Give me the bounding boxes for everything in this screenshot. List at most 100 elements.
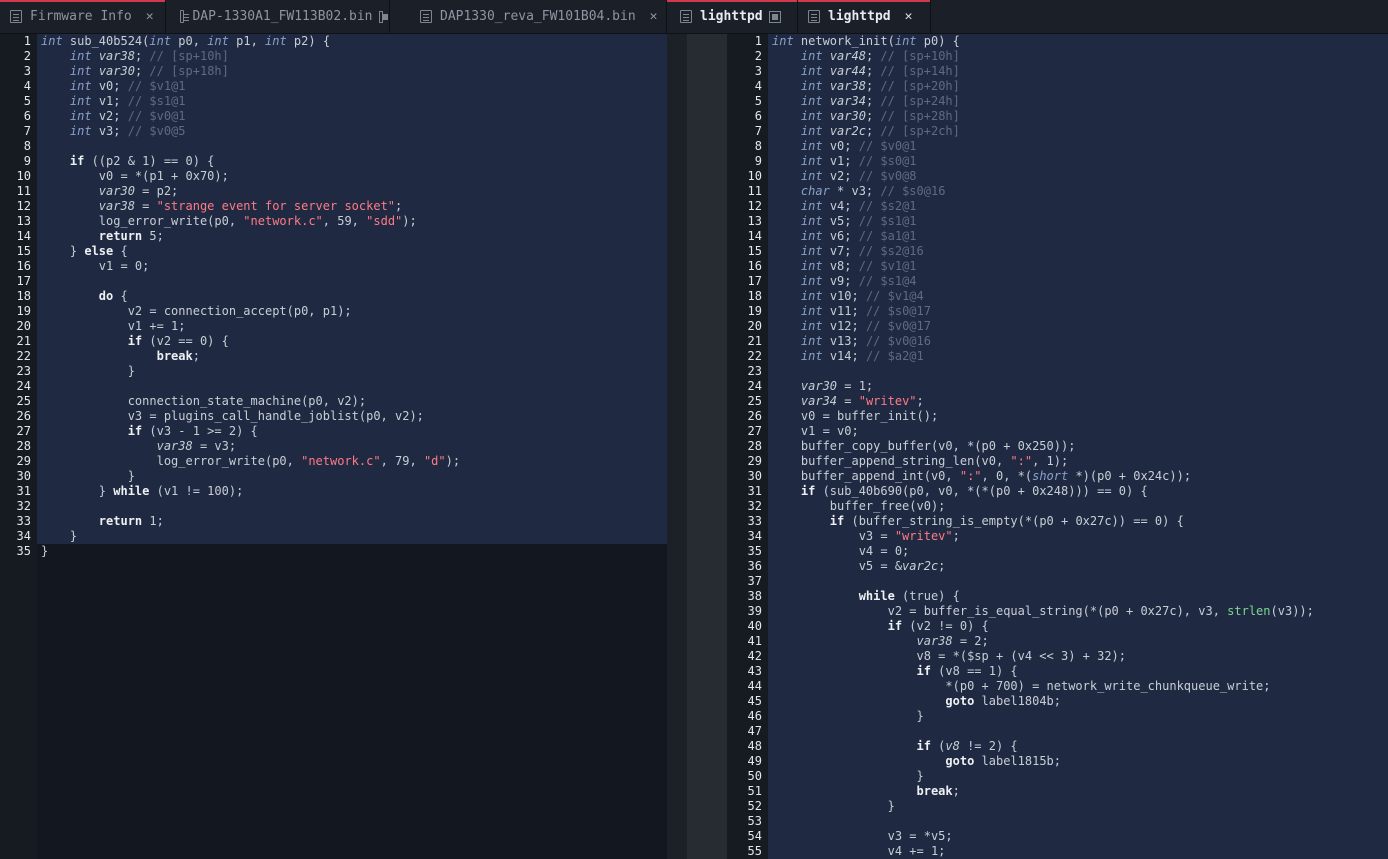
code-line[interactable]: 22 int v14; // $a2@1: [727, 349, 1388, 364]
code-line[interactable]: 41 var38 = 2;: [727, 634, 1388, 649]
code-line[interactable]: 37: [727, 574, 1388, 589]
code-line[interactable]: 54 v3 = *v5;: [727, 829, 1388, 844]
close-icon[interactable]: ✕: [146, 9, 154, 24]
code-line[interactable]: 1 int network_init(int p0) {: [727, 34, 1388, 49]
code-line[interactable]: 46 }: [727, 709, 1388, 724]
code-line[interactable]: 14 int v6; // $a1@1: [727, 229, 1388, 244]
code-line[interactable]: 3 int var30; // [sp+18h]: [0, 64, 667, 79]
code-line[interactable]: 34 }: [0, 529, 667, 544]
code-line[interactable]: 25 connection_state_machine(p0, v2);: [0, 394, 667, 409]
code-line[interactable]: 42 v8 = *($sp + (v4 << 3) + 32);: [727, 649, 1388, 664]
code-line[interactable]: 34 v3 = "writev";: [727, 529, 1388, 544]
tab-dap1330a1-bin[interactable]: DAP-1330A1_FW113B02.bin: [170, 0, 390, 33]
code-line[interactable]: 17: [0, 274, 667, 289]
code-line[interactable]: 28 buffer_copy_buffer(v0, *(p0 + 0x250))…: [727, 439, 1388, 454]
code-line[interactable]: 16 v1 = 0;: [0, 259, 667, 274]
code-line[interactable]: 12 var38 = "strange event for server soc…: [0, 199, 667, 214]
code-line[interactable]: 7 int v3; // $v0@5: [0, 124, 667, 139]
code-line[interactable]: 11 char * v3; // $s0@16: [727, 184, 1388, 199]
code-line[interactable]: 3 int var44; // [sp+14h]: [727, 64, 1388, 79]
code-line[interactable]: 52 }: [727, 799, 1388, 814]
code-line[interactable]: 21 int v13; // $v0@16: [727, 334, 1388, 349]
code-line[interactable]: 53: [727, 814, 1388, 829]
code-line[interactable]: 11 var30 = p2;: [0, 184, 667, 199]
tab-firmware-info[interactable]: Firmware Info ✕: [0, 0, 166, 33]
code-line[interactable]: 20 v1 += 1;: [0, 319, 667, 334]
code-line[interactable]: 7 int var2c; // [sp+2ch]: [727, 124, 1388, 139]
code-line[interactable]: 8: [0, 139, 667, 154]
code-line[interactable]: 15 } else {: [0, 244, 667, 259]
code-line[interactable]: 20 int v12; // $v0@17: [727, 319, 1388, 334]
code-line[interactable]: 43 if (v8 == 1) {: [727, 664, 1388, 679]
code-line[interactable]: 51 break;: [727, 784, 1388, 799]
code-line[interactable]: 31 if (sub_40b690(p0, v0, *(*(p0 + 0x248…: [727, 484, 1388, 499]
code-line[interactable]: 14 return 5;: [0, 229, 667, 244]
code-line[interactable]: 2 int var48; // [sp+10h]: [727, 49, 1388, 64]
code-line[interactable]: 5 int var34; // [sp+24h]: [727, 94, 1388, 109]
code-line[interactable]: 49 goto label1815b;: [727, 754, 1388, 769]
code-line[interactable]: 48 if (v8 != 2) {: [727, 739, 1388, 754]
right-code-pane[interactable]: 1 int network_init(int p0) {2 int var48; …: [727, 34, 1388, 859]
code-line[interactable]: 23 }: [0, 364, 667, 379]
code-line[interactable]: 35 v4 = 0;: [727, 544, 1388, 559]
code-line[interactable]: 36 v5 = &var2c;: [727, 559, 1388, 574]
code-line[interactable]: 16 int v8; // $v1@1: [727, 259, 1388, 274]
left-code-pane[interactable]: 1 int sub_40b524(int p0, int p1, int p2) …: [0, 34, 667, 859]
code-line[interactable]: 15 int v7; // $s2@16: [727, 244, 1388, 259]
code-line[interactable]: 47: [727, 724, 1388, 739]
tab-lighttpd-left[interactable]: lighttpd: [670, 0, 798, 33]
code-line[interactable]: 1 int sub_40b524(int p0, int p1, int p2) …: [0, 34, 667, 49]
code-line[interactable]: 33 return 1;: [0, 514, 667, 529]
code-line[interactable]: 4 int v0; // $v1@1: [0, 79, 667, 94]
code-line[interactable]: 29 log_error_write(p0, "network.c", 79, …: [0, 454, 667, 469]
code-line[interactable]: 18 do {: [0, 289, 667, 304]
code-line[interactable]: 25 var34 = "writev";: [727, 394, 1388, 409]
code-line[interactable]: 10 v0 = *(p1 + 0x70);: [0, 169, 667, 184]
code-line[interactable]: 44 *(p0 + 700) = network_write_chunkqueu…: [727, 679, 1388, 694]
code-line[interactable]: 23: [727, 364, 1388, 379]
code-line[interactable]: 30 }: [0, 469, 667, 484]
code-line[interactable]: 39 v2 = buffer_is_equal_string(*(p0 + 0x…: [727, 604, 1388, 619]
code-line[interactable]: 17 int v9; // $s1@4: [727, 274, 1388, 289]
code-line[interactable]: 24: [0, 379, 667, 394]
code-line[interactable]: 19 v2 = connection_accept(p0, p1);: [0, 304, 667, 319]
code-editor[interactable]: 1 int sub_40b524(int p0, int p1, int p2) …: [0, 34, 667, 559]
code-line[interactable]: 19 int v11; // $s0@17: [727, 304, 1388, 319]
code-line[interactable]: 10 int v2; // $v0@8: [727, 169, 1388, 184]
code-line[interactable]: 50 }: [727, 769, 1388, 784]
code-editor[interactable]: 1 int network_init(int p0) {2 int var48; …: [727, 34, 1388, 859]
code-line[interactable]: 21 if (v2 == 0) {: [0, 334, 667, 349]
code-line[interactable]: 35}: [0, 544, 667, 559]
code-line[interactable]: 18 int v10; // $v1@4: [727, 289, 1388, 304]
code-line[interactable]: 22 break;: [0, 349, 667, 364]
code-line[interactable]: 13 int v5; // $s1@1: [727, 214, 1388, 229]
code-line[interactable]: 4 int var38; // [sp+20h]: [727, 79, 1388, 94]
code-line[interactable]: 31 } while (v1 != 100);: [0, 484, 667, 499]
split-view-icon[interactable]: [378, 10, 389, 23]
code-line[interactable]: 6 int v2; // $v0@1: [0, 109, 667, 124]
close-icon[interactable]: ✕: [650, 9, 658, 24]
code-line[interactable]: 6 int var30; // [sp+28h]: [727, 109, 1388, 124]
code-line[interactable]: 26 v3 = plugins_call_handle_joblist(p0, …: [0, 409, 667, 424]
code-line[interactable]: 38 while (true) {: [727, 589, 1388, 604]
code-line[interactable]: 27 v1 = v0;: [727, 424, 1388, 439]
code-line[interactable]: 8 int v0; // $v0@1: [727, 139, 1388, 154]
close-icon[interactable]: ✕: [905, 9, 913, 24]
code-line[interactable]: 27 if (v3 - 1 >= 2) {: [0, 424, 667, 439]
split-view-icon[interactable]: [768, 10, 781, 23]
code-line[interactable]: 30 buffer_append_int(v0, ":", 0, *(short…: [727, 469, 1388, 484]
code-line[interactable]: 55 v4 += 1;: [727, 844, 1388, 859]
tab-dap1330-reva-bin[interactable]: DAP1330_reva_FW101B04.bin ✕: [410, 0, 667, 33]
code-line[interactable]: 13 log_error_write(p0, "network.c", 59, …: [0, 214, 667, 229]
code-line[interactable]: 26 v0 = buffer_init();: [727, 409, 1388, 424]
code-line[interactable]: 32: [0, 499, 667, 514]
code-line[interactable]: 2 int var38; // [sp+10h]: [0, 49, 667, 64]
code-line[interactable]: 40 if (v2 != 0) {: [727, 619, 1388, 634]
code-line[interactable]: 33 if (buffer_string_is_empty(*(p0 + 0x2…: [727, 514, 1388, 529]
code-line[interactable]: 32 buffer_free(v0);: [727, 499, 1388, 514]
code-line[interactable]: 45 goto label1804b;: [727, 694, 1388, 709]
code-line[interactable]: 9 int v1; // $s0@1: [727, 154, 1388, 169]
tab-lighttpd-right[interactable]: lighttpd ✕: [798, 0, 931, 33]
code-line[interactable]: 29 buffer_append_string_len(v0, ":", 1);: [727, 454, 1388, 469]
code-line[interactable]: 24 var30 = 1;: [727, 379, 1388, 394]
